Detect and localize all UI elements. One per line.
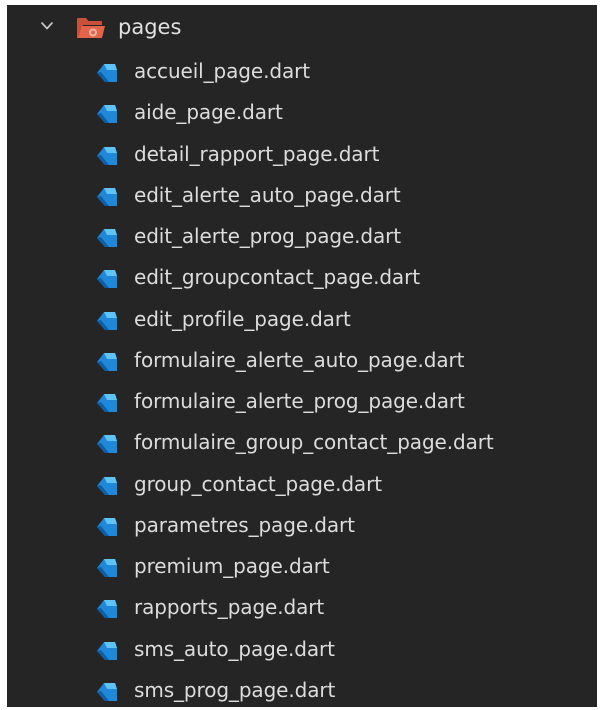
dart-icon <box>97 435 117 454</box>
file-label: edit_alerte_prog_page.dart <box>134 224 402 248</box>
folder-row-pages[interactable]: pages <box>7 7 597 48</box>
file-label: edit_alerte_auto_page.dart <box>134 182 401 207</box>
file-row[interactable]: accueil_page.dart <box>7 52 597 93</box>
file-label: edit_groupcontact_page.dart <box>134 265 420 290</box>
file-label: rapports_page.dart <box>134 595 325 620</box>
folder-open-icon <box>77 18 105 38</box>
file-label: aide_page.dart <box>134 100 283 125</box>
dart-icon <box>97 600 117 619</box>
file-label: formulaire_alerte_prog_page.dart <box>134 389 465 413</box>
file-label: parametres_page.dart <box>134 512 355 537</box>
file-row[interactable]: aide_page.dart <box>7 93 597 134</box>
file-label: formulaire_group_contact_page.dart <box>134 430 494 455</box>
file-row[interactable]: edit_profile_page.dart <box>7 300 597 341</box>
file-row[interactable]: parametres_page.dart <box>7 506 597 547</box>
chevron-down-icon[interactable] <box>39 18 55 34</box>
file-row[interactable]: sms_auto_page.dart <box>7 630 597 671</box>
file-row[interactable]: detail_rapport_page.dart <box>7 135 597 176</box>
dart-icon <box>97 641 117 660</box>
dart-icon <box>97 64 117 82</box>
file-row[interactable]: formulaire_group_contact_page.dart <box>7 423 597 464</box>
file-row[interactable]: premium_page.dart <box>7 547 597 588</box>
folder-label: pages <box>118 15 182 39</box>
file-label: sms_prog_page.dart <box>134 677 336 702</box>
dart-icon <box>97 559 117 577</box>
file-row[interactable]: formulaire_alerte_auto_page.dart <box>7 341 597 382</box>
file-row[interactable]: group_contact_page.dart <box>7 465 597 506</box>
file-label: detail_rapport_page.dart <box>134 141 380 166</box>
dart-icon <box>97 146 117 165</box>
dart-icon <box>97 229 117 247</box>
file-row[interactable]: formulaire_alerte_prog_page.dart <box>7 382 597 423</box>
file-row[interactable]: rapports_page.dart <box>7 588 597 629</box>
file-label: formulaire_alerte_auto_page.dart <box>134 347 465 372</box>
file-explorer: pages accueil_page.dart aide_page.dartdet… <box>7 5 597 707</box>
dart-icon <box>97 476 117 495</box>
dart-icon <box>97 270 117 289</box>
dart-icon <box>97 105 117 124</box>
dart-icon <box>97 311 117 330</box>
dart-icon <box>97 682 117 701</box>
dart-icon <box>97 517 117 536</box>
file-row[interactable]: sms_prog_page.dart <box>7 671 597 707</box>
file-label: group_contact_page.dart <box>134 471 382 496</box>
file-label: sms_auto_page.dart <box>134 636 335 661</box>
file-row[interactable]: edit_alerte_prog_page.dart <box>7 217 597 258</box>
dart-icon <box>97 352 117 371</box>
file-row[interactable]: edit_alerte_auto_page.dart <box>7 176 597 217</box>
file-label: accueil_page.dart <box>134 59 310 83</box>
dart-icon <box>97 394 117 412</box>
file-label: premium_page.dart <box>134 554 330 578</box>
dart-icon <box>97 187 117 206</box>
file-label: edit_profile_page.dart <box>134 306 351 331</box>
file-row[interactable]: edit_groupcontact_page.dart <box>7 258 597 299</box>
